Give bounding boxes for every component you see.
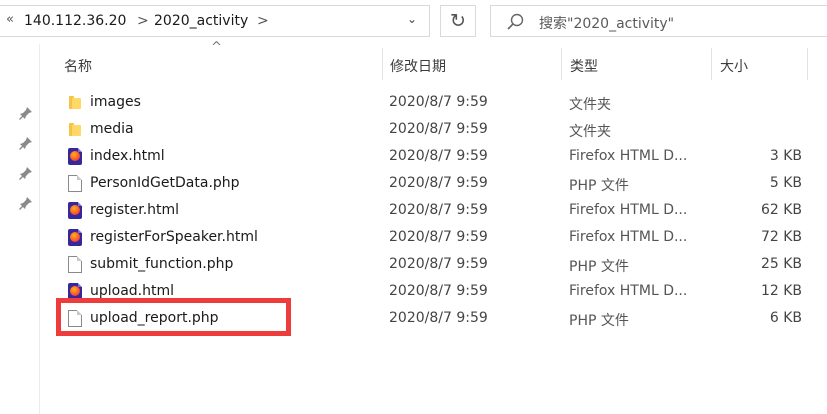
file-name: PersonIdGetData.php	[90, 175, 240, 191]
file-size: 62 KB	[760, 202, 802, 218]
breadcrumb-folder[interactable]: 2020_activity	[154, 13, 248, 29]
file-type: 文件夹	[569, 97, 611, 113]
file-size: 5 KB	[769, 175, 802, 191]
column-header-name-label: 名称	[64, 59, 92, 75]
file-row[interactable]: PersonIdGetData.php 2020/8/7 9:59 PHP 文件…	[55, 170, 817, 197]
firefox-html-icon	[68, 148, 82, 165]
file-size: 72 KB	[760, 229, 802, 245]
file-name: images	[90, 94, 141, 110]
file-row[interactable]: submit_function.php 2020/8/7 9:59 PHP 文件…	[55, 251, 817, 278]
refresh-button[interactable]: ↻	[440, 5, 476, 37]
file-size: 25 KB	[760, 256, 802, 272]
column-header-size[interactable]: 大小	[711, 48, 807, 80]
file-type: PHP 文件	[569, 178, 629, 194]
file-type: 文件夹	[569, 124, 611, 140]
highlight-box	[56, 298, 291, 336]
file-row[interactable]: media 2020/8/7 9:59 文件夹	[55, 116, 817, 143]
file-name: registerForSpeaker.html	[90, 229, 258, 245]
file-name: index.html	[90, 148, 165, 164]
column-header-size-label: 大小	[720, 59, 748, 75]
search-icon	[507, 13, 524, 30]
pin-icon[interactable]	[19, 196, 33, 210]
folder-icon	[68, 121, 82, 138]
file-type: PHP 文件	[569, 313, 629, 329]
pin-icon[interactable]	[19, 136, 33, 150]
column-divider[interactable]	[807, 48, 808, 80]
file-size: 6 KB	[769, 310, 802, 326]
file-date: 2020/8/7 9:59	[389, 202, 488, 218]
toolbar: « 140.112.36.20 > 2020_activity > ⌄ ↻ 搜索…	[0, 0, 827, 44]
file-name: upload.html	[90, 283, 175, 299]
document-icon	[68, 175, 82, 192]
file-row[interactable]: registerForSpeaker.html 2020/8/7 9:59 Fi…	[55, 224, 817, 251]
search-box[interactable]: 搜索"2020_activity"	[490, 5, 827, 37]
file-name: submit_function.php	[90, 256, 234, 272]
file-size: 3 KB	[769, 148, 802, 164]
address-bar[interactable]: « 140.112.36.20 > 2020_activity > ⌄	[0, 5, 430, 37]
document-icon	[68, 256, 82, 273]
file-name: media	[90, 121, 134, 137]
refresh-icon: ↻	[450, 10, 466, 32]
column-header-date[interactable]: 修改日期	[381, 48, 561, 80]
file-type: Firefox HTML D...	[569, 202, 688, 218]
breadcrumb-host[interactable]: 140.112.36.20	[24, 13, 126, 29]
breadcrumb-separator-icon[interactable]: >	[137, 13, 149, 29]
file-type: Firefox HTML D...	[569, 283, 688, 299]
folder-icon	[68, 94, 82, 111]
file-date: 2020/8/7 9:59	[389, 283, 488, 299]
file-name: register.html	[90, 202, 180, 218]
file-type: Firefox HTML D...	[569, 148, 688, 164]
column-header-name[interactable]: 名称	[55, 48, 382, 80]
pin-icon[interactable]	[19, 166, 33, 180]
search-input[interactable]: 搜索"2020_activity"	[539, 13, 674, 33]
file-row[interactable]: register.html 2020/8/7 9:59 Firefox HTML…	[55, 197, 817, 224]
file-date: 2020/8/7 9:59	[389, 175, 488, 191]
breadcrumb-separator-icon[interactable]: >	[257, 13, 269, 29]
firefox-html-icon	[68, 202, 82, 219]
file-date: 2020/8/7 9:59	[389, 256, 488, 272]
file-date: 2020/8/7 9:59	[389, 310, 488, 326]
column-header-type-label: 类型	[570, 59, 598, 75]
file-date: 2020/8/7 9:59	[389, 148, 488, 164]
column-header-date-label: 修改日期	[390, 59, 446, 75]
file-type: Firefox HTML D...	[569, 229, 688, 245]
file-type: PHP 文件	[569, 259, 629, 275]
firefox-html-icon	[68, 229, 82, 246]
column-header-type[interactable]: 类型	[561, 48, 711, 80]
recent-locations-chevron-icon[interactable]: «	[6, 12, 14, 27]
file-date: 2020/8/7 9:59	[389, 229, 488, 245]
file-date: 2020/8/7 9:59	[389, 94, 488, 110]
file-row[interactable]: index.html 2020/8/7 9:59 Firefox HTML D.…	[55, 143, 817, 170]
address-dropdown-icon[interactable]: ⌄	[407, 12, 417, 26]
file-row[interactable]: images 2020/8/7 9:59 文件夹	[55, 89, 817, 116]
navigation-pane	[0, 44, 40, 414]
file-size: 12 KB	[760, 283, 802, 299]
file-date: 2020/8/7 9:59	[389, 121, 488, 137]
pin-icon[interactable]	[19, 106, 33, 120]
